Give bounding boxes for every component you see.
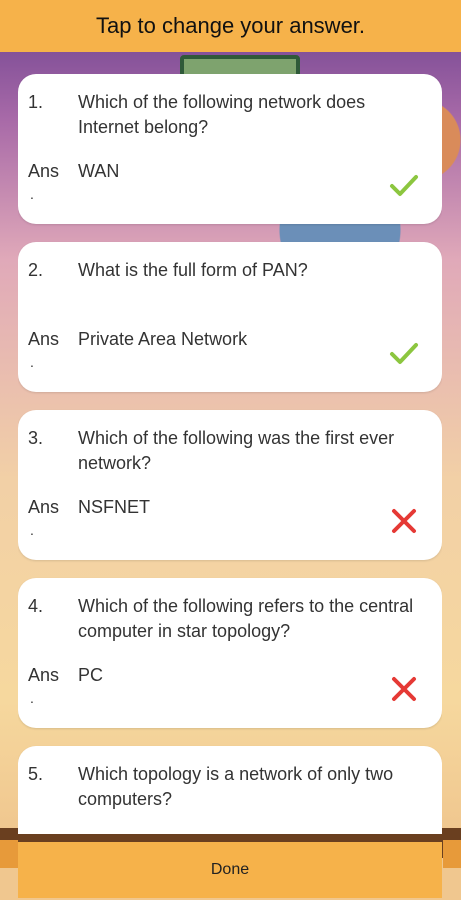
cross-icon	[392, 677, 416, 701]
question-number: 5.	[28, 764, 44, 784]
question-text: Which topology is a network of only two …	[78, 764, 394, 809]
check-icon	[390, 175, 418, 196]
answer-text: PC	[78, 665, 104, 685]
question-card-5[interactable]: 5. Which topology is a network of only t…	[18, 746, 442, 834]
question-number: 2.	[28, 260, 44, 280]
question-card-2[interactable]: 2. What is the full form of PAN? Ans Pri…	[18, 242, 442, 392]
answer-dot: .	[30, 522, 34, 538]
answer-text: Private Area Network	[78, 329, 248, 349]
question-text: What is the full form of PAN?	[78, 260, 308, 280]
question-text: Which of the following network does Inte…	[78, 92, 366, 137]
done-button-label: Done	[210, 861, 250, 878]
answer-label: Ans	[28, 497, 60, 517]
answer-dot: .	[30, 354, 34, 370]
question-list[interactable]: 1. Which of the following network does I…	[18, 74, 442, 834]
answer-label: Ans	[28, 665, 60, 685]
header-bar: Tap to change your answer.	[0, 0, 461, 52]
header-title: Tap to change your answer.	[95, 13, 366, 38]
answer-label: Ans	[28, 161, 60, 181]
answer-text: NSFNET	[78, 497, 150, 517]
answer-dot: .	[30, 186, 34, 202]
question-number: 4.	[28, 596, 44, 616]
side-tab-left	[0, 840, 18, 868]
side-tab-right	[443, 840, 461, 868]
done-button[interactable]: Done	[18, 842, 442, 898]
answer-text: WAN	[78, 161, 120, 181]
check-icon	[390, 343, 418, 364]
question-text: Which of the following refers to the cen…	[78, 596, 414, 641]
question-number: 1.	[28, 92, 44, 112]
question-number: 3.	[28, 428, 44, 448]
question-card-3[interactable]: 3. Which of the following was the first …	[18, 410, 442, 560]
cross-icon	[392, 509, 416, 533]
question-card-1[interactable]: 1. Which of the following network does I…	[18, 74, 442, 224]
answer-dot: .	[30, 690, 34, 706]
question-text: Which of the following was the first eve…	[78, 428, 395, 473]
question-card-4[interactable]: 4. Which of the following refers to the …	[18, 578, 442, 728]
answer-label: Ans	[28, 329, 60, 349]
